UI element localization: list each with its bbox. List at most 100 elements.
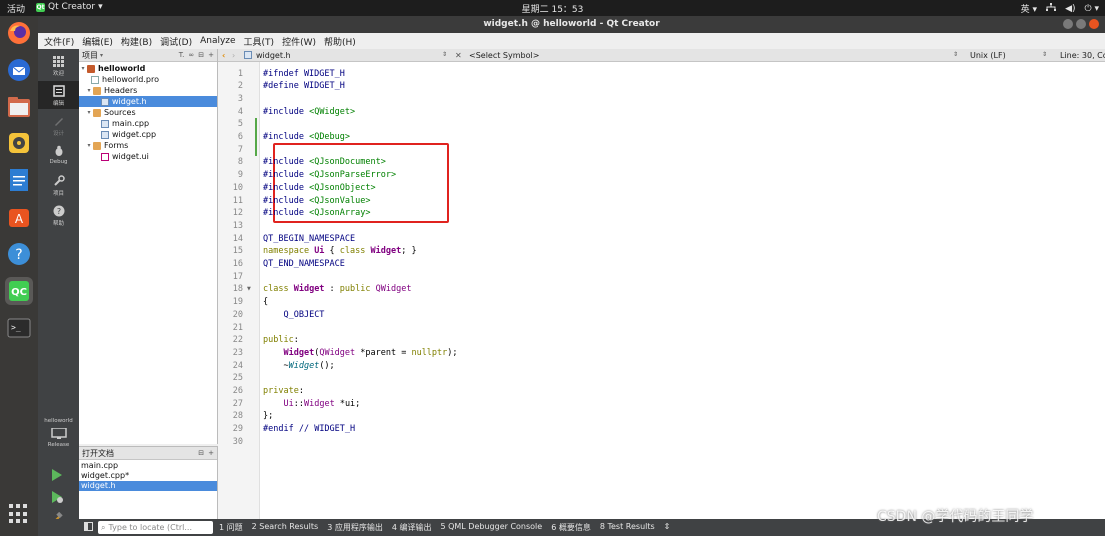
locator-input[interactable]: ⌕ Type to locate (Ctrl...	[98, 521, 213, 534]
menu-help[interactable]: 帮助(H)	[324, 35, 356, 48]
sidebar-toggle-icon[interactable]	[84, 522, 93, 533]
output-tab-test-results[interactable]: 8 Test Results	[600, 522, 655, 533]
clock[interactable]: 星期二 15：53	[522, 5, 584, 15]
menu-tools[interactable]: 工具(T)	[244, 35, 275, 48]
open-doc-item-selected[interactable]: widget.h	[79, 481, 217, 491]
code-line[interactable]: #include <QJsonValue>	[263, 195, 371, 208]
code-line[interactable]: ~Widget();	[263, 360, 334, 373]
code-line[interactable]: #include <QJsonDocument>	[263, 156, 386, 169]
code-line[interactable]: #endif // WIDGET_H	[263, 423, 355, 436]
line-ending-arrow-icon[interactable]: ⇕	[1042, 51, 1047, 58]
software-center-icon[interactable]: A	[5, 203, 33, 231]
terminal-icon[interactable]: >_	[5, 314, 33, 342]
file-combo-arrow-icon[interactable]: ⇕	[442, 51, 447, 58]
qt-creator-icon[interactable]: QC	[5, 277, 33, 305]
tree-item-folder[interactable]: ▾ Forms	[79, 140, 217, 151]
filter-icon[interactable]: T.	[179, 51, 185, 59]
show-applications-icon[interactable]	[9, 504, 29, 524]
link-icon[interactable]: ∞	[188, 51, 194, 59]
code-line[interactable]: #include <QJsonParseError>	[263, 169, 396, 182]
fold-marker-icon[interactable]: ▼	[247, 286, 251, 292]
expand-arrow-icon[interactable]: ▾	[85, 109, 93, 116]
open-doc-item[interactable]: main.cpp	[79, 461, 217, 471]
open-doc-item[interactable]: widget.cpp*	[79, 471, 217, 481]
menu-debug[interactable]: 调试(D)	[160, 35, 192, 48]
tree-item-file[interactable]: widget.ui	[79, 151, 217, 162]
power-icon[interactable]: ⏻ ▾	[1085, 4, 1100, 14]
cursor-position[interactable]: Line: 30, Col: 1	[1060, 51, 1105, 60]
output-tab-application-output[interactable]: 3 应用程序输出	[327, 522, 383, 533]
current-file-combo[interactable]: widget.h	[256, 51, 291, 60]
code-line[interactable]: QT_BEGIN_NAMESPACE	[263, 233, 355, 246]
maximize-button[interactable]	[1076, 19, 1086, 29]
expand-arrow-icon[interactable]: ▾	[85, 87, 93, 94]
back-arrow-icon[interactable]: ‹	[222, 51, 225, 60]
code-line[interactable]: QT_END_NAMESPACE	[263, 258, 345, 271]
code-line[interactable]: };	[263, 410, 273, 423]
code-editor[interactable]: 1 2 3 4 5 6 7 8 9 10 11 12 13 14 15 16 17 18 19 20 21 22 23 24 2…	[218, 62, 1105, 519]
run-button[interactable]	[51, 469, 63, 483]
code-line[interactable]: #include <QJsonObject>	[263, 182, 376, 195]
tree-item-file-selected[interactable]: widget.h	[79, 96, 217, 107]
input-method-indicator[interactable]: 英 ▾	[1021, 2, 1037, 15]
code-line[interactable]: private:	[263, 385, 304, 398]
close-panel-icon[interactable]: +	[208, 51, 214, 59]
code-line[interactable]: #include <QJsonArray>	[263, 207, 371, 220]
close-button[interactable]	[1089, 19, 1099, 29]
firefox-icon[interactable]	[5, 19, 33, 47]
code-line[interactable]: Widget(QWidget *parent = nullptr);	[263, 347, 457, 360]
mode-debug[interactable]: Debug	[38, 141, 79, 169]
output-tab-issues[interactable]: 1 问题	[219, 522, 243, 533]
line-ending-combo[interactable]: Unix (LF)	[970, 51, 1006, 60]
tree-item-file[interactable]: widget.cpp	[79, 129, 217, 140]
split-icon[interactable]: ⊟	[198, 449, 204, 457]
menu-widgets[interactable]: 控件(W)	[282, 35, 316, 48]
kit-selector[interactable]: helloworld Release	[38, 418, 79, 448]
expand-arrow-icon[interactable]: ▾	[85, 142, 93, 149]
tree-item-file[interactable]: main.cpp	[79, 118, 217, 129]
code-line[interactable]: namespace Ui { class Widget; }	[263, 245, 417, 258]
tree-item-project[interactable]: ▾ helloworld	[79, 63, 217, 74]
app-menu[interactable]: Qt Qt Creator ▾	[36, 2, 103, 12]
mode-design[interactable]: 设计	[38, 111, 79, 139]
code-line[interactable]: #include <QWidget>	[263, 106, 355, 119]
minimize-button[interactable]	[1063, 19, 1073, 29]
code-line[interactable]: public:	[263, 334, 299, 347]
help-icon[interactable]: ?	[5, 240, 33, 268]
panel-title-chevron-icon[interactable]: ▾	[100, 52, 103, 59]
activities-button[interactable]: 活动	[7, 2, 25, 15]
symbol-combo-arrow-icon[interactable]: ⇕	[953, 51, 958, 58]
menu-edit[interactable]: 编辑(E)	[82, 35, 113, 48]
code-line[interactable]: #ifndef WIDGET_H	[263, 68, 345, 81]
menu-analyze[interactable]: Analyze	[200, 36, 235, 46]
code-line[interactable]: #include <QDebug>	[263, 131, 350, 144]
more-tabs-icon[interactable]: ⇕	[664, 522, 671, 533]
code-line[interactable]: Ui::Widget *ui;	[263, 398, 360, 411]
code-line[interactable]: Q_OBJECT	[263, 309, 324, 322]
tree-item-folder[interactable]: ▾ Headers	[79, 85, 217, 96]
thunderbird-icon[interactable]	[5, 56, 33, 84]
debug-run-button[interactable]	[51, 491, 63, 505]
network-icon[interactable]	[1046, 2, 1057, 15]
code-line[interactable]: {	[263, 296, 268, 309]
output-tab-qml-debugger[interactable]: 5 QML Debugger Console	[440, 522, 542, 533]
expand-arrow-icon[interactable]: ▾	[79, 65, 87, 72]
output-tab-general-messages[interactable]: 6 概要信息	[551, 522, 591, 533]
output-tab-compile-output[interactable]: 4 编译输出	[392, 522, 432, 533]
rhythmbox-icon[interactable]	[5, 129, 33, 157]
split-icon[interactable]: ⊟	[198, 51, 204, 59]
mode-projects[interactable]: 项目	[38, 171, 79, 199]
code-line[interactable]: #define WIDGET_H	[263, 80, 345, 93]
forward-arrow-icon[interactable]: ›	[232, 51, 235, 60]
close-panel-icon[interactable]: +	[208, 449, 214, 457]
tree-item-folder[interactable]: ▾ Sources	[79, 107, 217, 118]
close-document-icon[interactable]: ✕	[455, 51, 462, 60]
symbol-combo[interactable]: <Select Symbol>	[469, 51, 539, 60]
files-icon[interactable]	[5, 93, 33, 121]
menu-file[interactable]: 文件(F)	[44, 35, 74, 48]
code-line[interactable]: class Widget : public QWidget	[263, 283, 411, 296]
window-titlebar[interactable]: widget.h @ helloworld - Qt Creator	[38, 16, 1105, 33]
mode-welcome[interactable]: 欢迎	[38, 51, 79, 79]
tree-item-file[interactable]: helloworld.pro	[79, 74, 217, 85]
code-text-area[interactable]: #ifndef WIDGET_H #define WIDGET_H #include…	[261, 62, 1091, 519]
